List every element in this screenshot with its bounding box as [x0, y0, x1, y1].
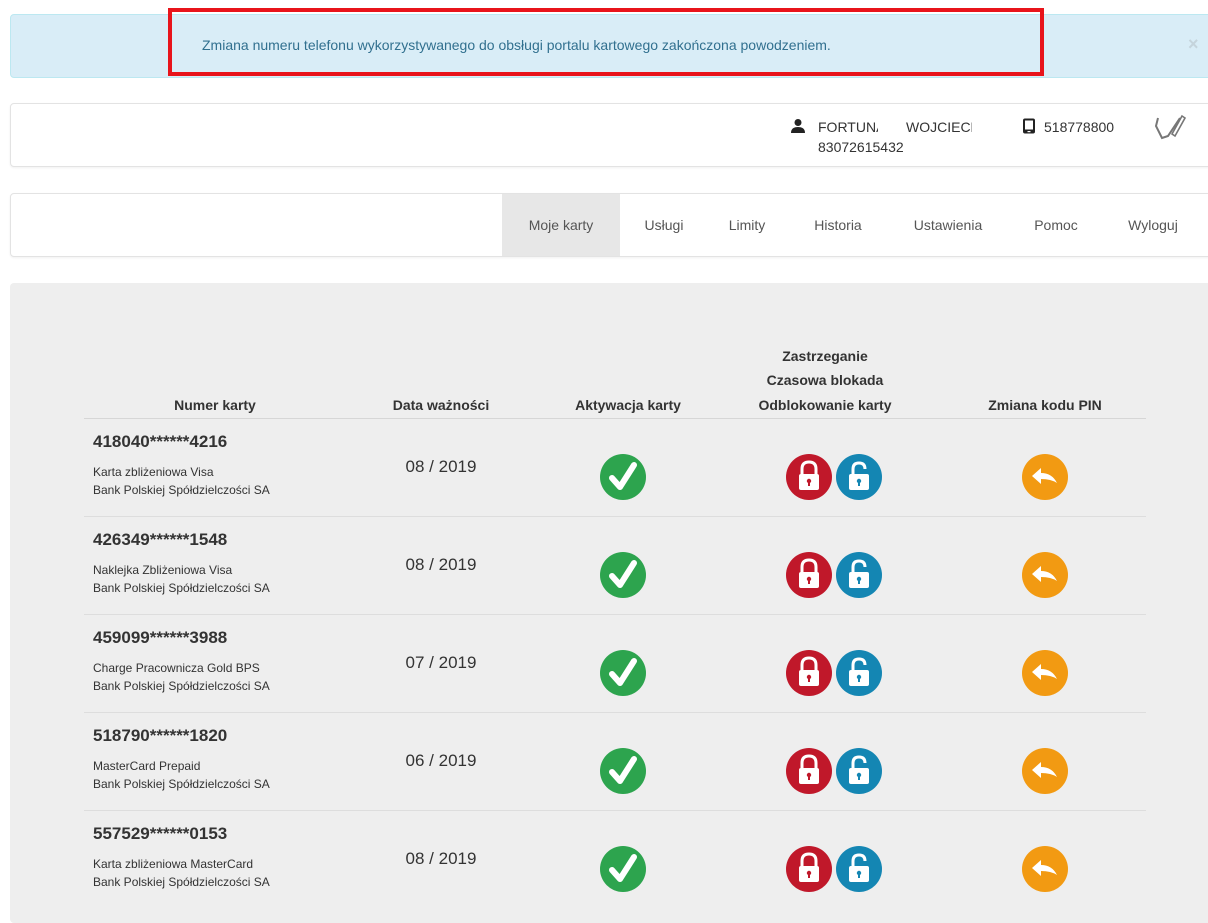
alert-highlight-box: [168, 8, 1044, 76]
block-card-lock-icon[interactable]: [786, 454, 832, 500]
card-bank: Bank Polskiej Spółdzielczości SA: [93, 581, 270, 595]
card-expiry: 08 / 2019: [405, 849, 477, 868]
header-pin: Zmiana kodu PIN: [988, 397, 1102, 413]
user-icon: [790, 118, 806, 134]
header-block-line2: Czasowa blokada: [766, 372, 884, 388]
row-divider: [84, 712, 1146, 713]
user-id-number: 83072615432: [818, 139, 904, 155]
card-number: 557529******0153: [93, 824, 228, 843]
table-header-divider: [84, 418, 1146, 419]
card-expiry: 08 / 2019: [405, 555, 477, 574]
card-bank: Bank Polskiej Spółdzielczości SA: [93, 679, 270, 693]
card-type: Charge Pracownicza Gold BPS: [93, 661, 260, 675]
unblock-card-lock-icon[interactable]: [836, 748, 882, 794]
card-number: 459099******3988: [93, 628, 228, 647]
row-divider: [84, 810, 1146, 811]
phone-number: 518778800: [1044, 119, 1115, 135]
card-type: Karta zbliżeniowa Visa: [93, 465, 214, 479]
header-activation: Aktywacja karty: [575, 397, 681, 413]
card-bank: Bank Polskiej Spółdzielczości SA: [93, 875, 270, 889]
tab-historia[interactable]: Historia: [795, 194, 881, 256]
card-number: 418040******4216: [93, 432, 228, 451]
card-type: Karta zbliżeniowa MasterCard: [93, 857, 254, 871]
unblock-card-lock-icon[interactable]: [836, 552, 882, 598]
tab-uslugi[interactable]: Usługi: [625, 194, 703, 256]
tab-ustawienia[interactable]: Ustawienia: [893, 194, 1003, 256]
user-surname: FORTUNA: [818, 119, 878, 135]
block-card-lock-icon[interactable]: [786, 552, 832, 598]
row-divider: [84, 516, 1146, 517]
change-pin-icon[interactable]: [1022, 650, 1068, 696]
card-number: 518790******1820: [93, 726, 228, 745]
block-card-lock-icon[interactable]: [786, 748, 832, 794]
phone-icon: [1022, 118, 1036, 134]
change-pin-icon[interactable]: [1022, 748, 1068, 794]
row-divider: [84, 614, 1146, 615]
change-pin-icon[interactable]: [1022, 846, 1068, 892]
card-number: 426349******1548: [93, 530, 228, 549]
activation-check-icon[interactable]: [600, 846, 646, 892]
card-bank: Bank Polskiej Spółdzielczości SA: [93, 483, 270, 497]
activation-check-icon[interactable]: [600, 454, 646, 500]
tab-limity[interactable]: Limity: [713, 194, 781, 256]
activation-check-icon[interactable]: [600, 748, 646, 794]
header-expiry: Data ważności: [392, 397, 490, 413]
user-firstname: WOJCIECH: [906, 119, 972, 135]
card-expiry: 08 / 2019: [405, 457, 477, 476]
unblock-card-lock-icon[interactable]: [836, 846, 882, 892]
card-type: Naklejka Zbliżeniowa Visa: [93, 563, 233, 577]
change-pin-icon[interactable]: [1022, 552, 1068, 598]
block-card-lock-icon[interactable]: [786, 650, 832, 696]
change-pin-icon[interactable]: [1022, 454, 1068, 500]
header-block-line1: Zastrzeganie: [782, 348, 868, 364]
edit-icon[interactable]: [1150, 112, 1187, 142]
tab-wyloguj[interactable]: Wyloguj: [1108, 194, 1198, 256]
activation-check-icon[interactable]: [600, 650, 646, 696]
card-expiry: 06 / 2019: [405, 751, 477, 770]
header-card-number: Numer karty: [174, 397, 256, 413]
tab-pomoc[interactable]: Pomoc: [1015, 194, 1097, 256]
block-card-lock-icon[interactable]: [786, 846, 832, 892]
unblock-card-lock-icon[interactable]: [836, 650, 882, 696]
header-block-line3: Odblokowanie karty: [758, 397, 892, 413]
activation-check-icon[interactable]: [600, 552, 646, 598]
card-bank: Bank Polskiej Spółdzielczości SA: [93, 777, 270, 791]
card-type: MasterCard Prepaid: [93, 759, 201, 773]
card-expiry: 07 / 2019: [405, 653, 477, 672]
alert-close-button[interactable]: ×: [1188, 34, 1199, 55]
user-info-bar: [10, 103, 1208, 167]
unblock-card-lock-icon[interactable]: [836, 454, 882, 500]
tab-moje-karty[interactable]: Moje karty: [502, 194, 620, 256]
